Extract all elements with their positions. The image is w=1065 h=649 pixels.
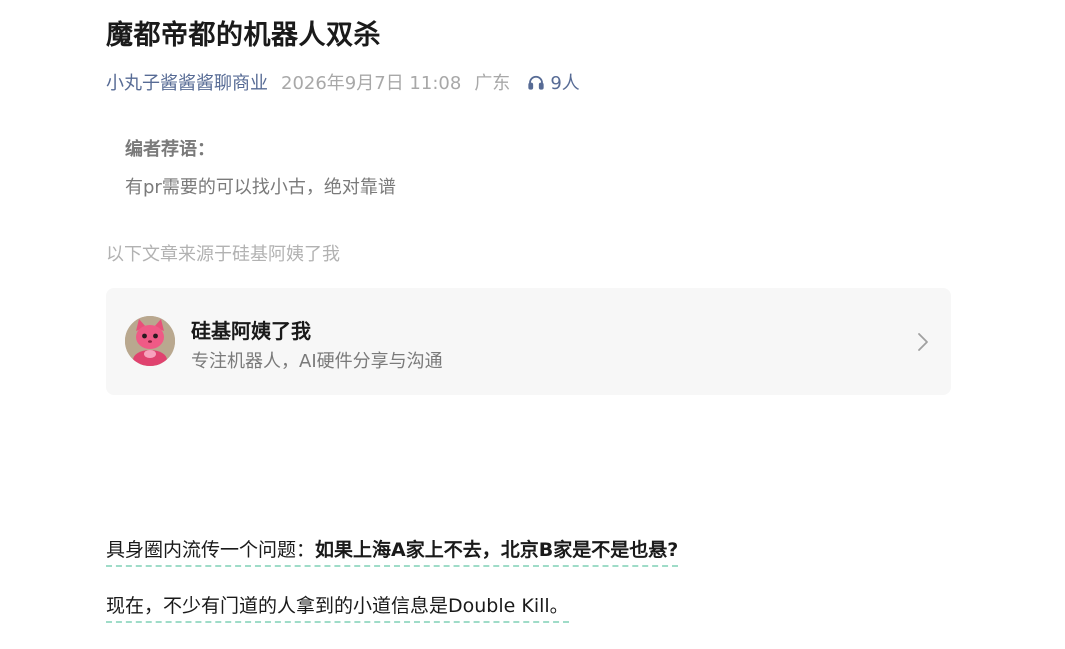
- author-link[interactable]: 小丸子酱酱酱聊商业: [106, 69, 268, 95]
- pink-cat-avatar: [125, 316, 175, 366]
- source-profile-card[interactable]: 硅基阿姨了我 专注机器人，AI硬件分享与沟通: [106, 288, 951, 395]
- paragraph-1-text: 具身圈内流传一个问题：: [106, 539, 316, 561]
- profile-description: 专注机器人，AI硬件分享与沟通: [191, 351, 443, 372]
- article-meta: 小丸子酱酱酱聊商业 2026年9月7日 11:08 广东 9人: [106, 69, 580, 95]
- paragraph-1-bold: 如果上海A家上不去，北京B家是不是也悬?: [315, 539, 679, 561]
- article-title: 魔都帝都的机器人双杀: [106, 20, 381, 51]
- publish-region: 广东: [474, 73, 511, 94]
- publish-date: 2026年9月7日 11:08: [281, 73, 462, 94]
- editor-note-text: 有pr需要的可以找小古，绝对靠谱: [125, 177, 396, 198]
- listener-count: 9人: [550, 73, 580, 94]
- avatar: [125, 316, 175, 366]
- listen-button[interactable]: 9人: [527, 69, 580, 95]
- body-paragraph-1: 具身圈内流传一个问题：如果上海A家上不去，北京B家是不是也悬?: [106, 535, 679, 567]
- paragraph-2-text: 现在，不少有门道的人拿到的小道信息是Double Kill。: [106, 595, 569, 617]
- profile-name: 硅基阿姨了我: [191, 319, 311, 343]
- editor-note-label: 编者荐语：: [125, 139, 215, 160]
- source-note: 以下文章来源于硅基阿姨了我: [106, 244, 340, 265]
- headphones-icon: [528, 75, 544, 90]
- chevron-right-icon: [918, 333, 928, 351]
- body-paragraph-2: 现在，不少有门道的人拿到的小道信息是Double Kill。: [106, 591, 569, 623]
